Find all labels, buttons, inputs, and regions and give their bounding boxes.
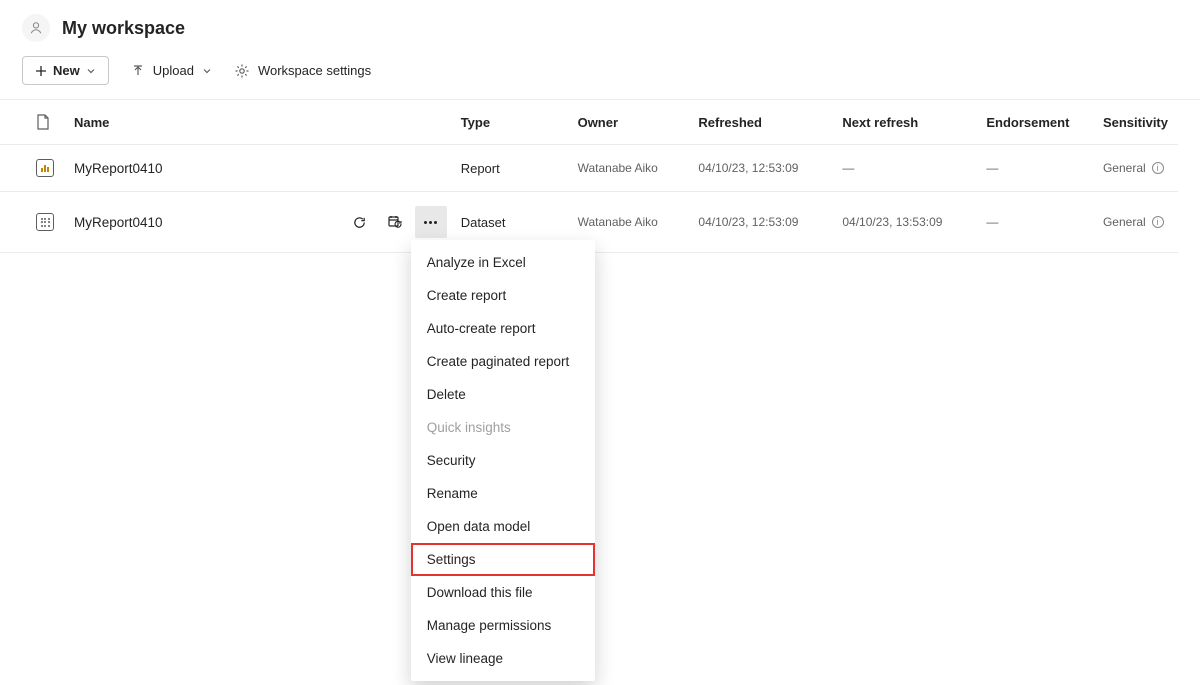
- schedule-refresh-icon: [387, 214, 403, 230]
- refreshed-cell: 04/10/23, 12:53:09: [688, 192, 832, 253]
- gear-icon: [234, 63, 250, 79]
- more-icon: [424, 221, 437, 224]
- info-icon[interactable]: i: [1152, 216, 1164, 228]
- person-icon: [29, 21, 43, 35]
- more-options-button[interactable]: [415, 206, 447, 238]
- menu-item-view-lineage[interactable]: View lineage: [411, 642, 595, 675]
- menu-item-create-report[interactable]: Create report: [411, 279, 595, 312]
- content-table-wrap: Name Type Owner Refreshed Next refresh E…: [0, 100, 1200, 253]
- col-next-refresh[interactable]: Next refresh: [832, 100, 976, 145]
- menu-item-rename[interactable]: Rename: [411, 477, 595, 510]
- col-endorsement[interactable]: Endorsement: [976, 100, 1093, 145]
- endorsement-cell: —: [976, 192, 1093, 253]
- dataset-type-icon: [36, 213, 54, 231]
- endorsement-cell: —: [976, 145, 1093, 192]
- chevron-down-icon: [86, 66, 96, 76]
- refresh-now-button[interactable]: [343, 206, 375, 238]
- col-type[interactable]: Type: [451, 100, 568, 145]
- next-refresh-cell: 04/10/23, 13:53:09: [832, 192, 976, 253]
- file-icon-header: [0, 100, 64, 145]
- menu-item-manage-permissions[interactable]: Manage permissions: [411, 609, 595, 642]
- name-cell[interactable]: MyReport0410: [64, 145, 333, 192]
- report-type-icon: [36, 159, 54, 177]
- sensitivity-cell: General: [1103, 161, 1146, 175]
- workspace-avatar: [22, 14, 50, 42]
- name-cell[interactable]: MyReport0410: [64, 192, 333, 253]
- workspace-header: My workspace: [0, 0, 1200, 48]
- menu-item-security[interactable]: Security: [411, 444, 595, 477]
- col-sensitivity[interactable]: Sensitivity: [1093, 100, 1178, 145]
- menu-item-analyze-in-excel[interactable]: Analyze in Excel: [411, 246, 595, 279]
- chevron-down-icon: [202, 66, 212, 76]
- col-name[interactable]: Name: [64, 100, 333, 145]
- menu-item-quick-insights: Quick insights: [411, 411, 595, 444]
- refreshed-cell: 04/10/23, 12:53:09: [688, 145, 832, 192]
- new-button[interactable]: New: [22, 56, 109, 85]
- plus-icon: [35, 65, 47, 77]
- file-icon: [36, 114, 50, 130]
- workspace-settings-label: Workspace settings: [258, 63, 371, 78]
- info-icon[interactable]: i: [1152, 162, 1164, 174]
- owner-cell: Watanabe Aiko: [568, 145, 689, 192]
- toolbar: New Upload Workspace settings: [0, 48, 1200, 100]
- new-button-label: New: [53, 63, 80, 78]
- table-row[interactable]: MyReport0410 Report Watanabe Aiko 04/10/…: [0, 145, 1178, 192]
- upload-button[interactable]: Upload: [131, 63, 212, 78]
- upload-icon: [131, 64, 145, 78]
- refresh-icon: [352, 215, 367, 230]
- workspace-title: My workspace: [62, 18, 185, 39]
- menu-item-delete[interactable]: Delete: [411, 378, 595, 411]
- type-cell: Report: [451, 145, 568, 192]
- upload-label: Upload: [153, 63, 194, 78]
- menu-item-settings[interactable]: Settings: [411, 543, 595, 576]
- context-menu: Analyze in ExcelCreate reportAuto-create…: [411, 240, 595, 681]
- menu-item-create-paginated-report[interactable]: Create paginated report: [411, 345, 595, 378]
- content-table: Name Type Owner Refreshed Next refresh E…: [0, 100, 1178, 253]
- sensitivity-cell: General: [1103, 215, 1146, 229]
- col-refreshed[interactable]: Refreshed: [688, 100, 832, 145]
- menu-item-open-data-model[interactable]: Open data model: [411, 510, 595, 543]
- schedule-refresh-button[interactable]: [379, 206, 411, 238]
- table-header-row: Name Type Owner Refreshed Next refresh E…: [0, 100, 1178, 145]
- col-owner[interactable]: Owner: [568, 100, 689, 145]
- menu-item-download-this-file[interactable]: Download this file: [411, 576, 595, 609]
- menu-item-auto-create-report[interactable]: Auto-create report: [411, 312, 595, 345]
- workspace-settings-button[interactable]: Workspace settings: [234, 63, 371, 79]
- next-refresh-cell: —: [832, 145, 976, 192]
